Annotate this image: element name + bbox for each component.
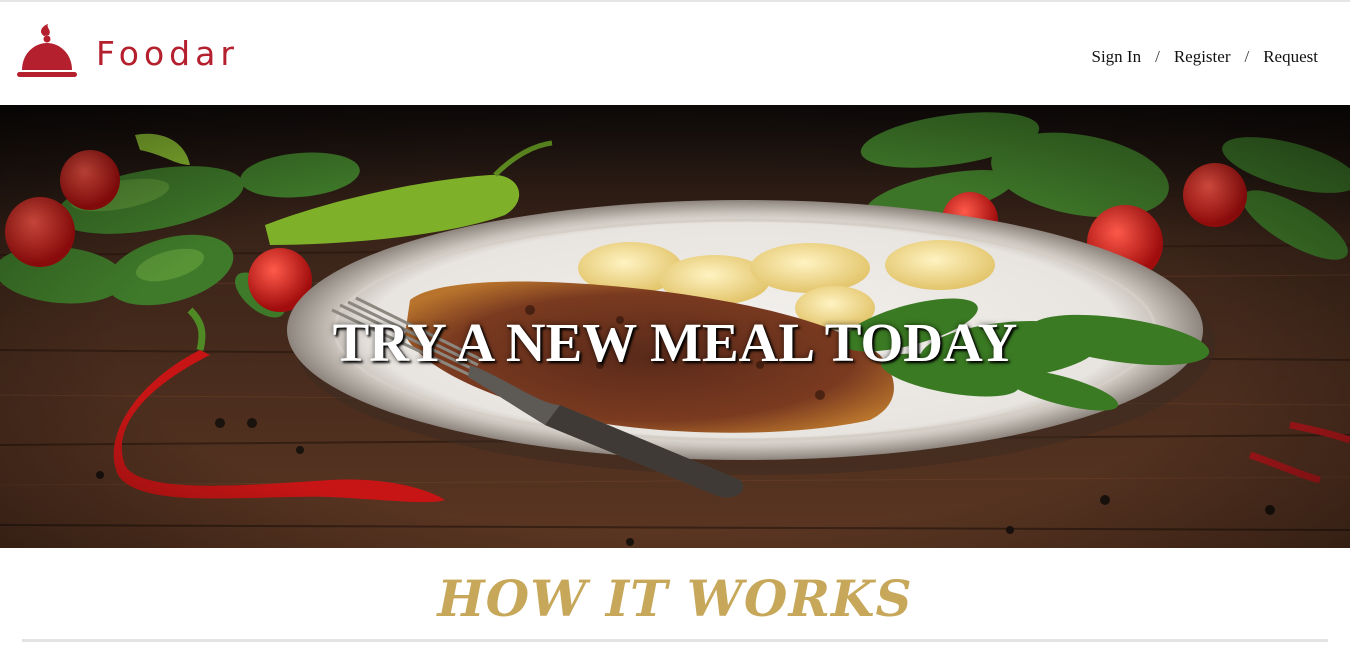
logo[interactable]: Foodar xyxy=(16,22,239,82)
register-link[interactable]: Register xyxy=(1174,47,1231,67)
nav-separator: / xyxy=(1244,47,1250,66)
section-divider xyxy=(22,639,1328,642)
hero-banner: TRY A NEW MEAL TODAY xyxy=(0,105,1350,548)
sign-in-link[interactable]: Sign In xyxy=(1092,47,1142,67)
nav-separator: / xyxy=(1155,47,1160,66)
request-link[interactable]: Request xyxy=(1263,47,1318,67)
cloche-icon xyxy=(17,24,77,77)
header-nav: Sign In / Register / Request xyxy=(1092,47,1319,67)
hero-title: TRY A NEW MEAL TODAY xyxy=(332,312,1018,373)
how-it-works-heading: HOW IT WORKS xyxy=(437,569,913,628)
site-header: Foodar Sign In / Register / Request xyxy=(0,2,1350,105)
brand-name: Foodar xyxy=(96,34,239,73)
